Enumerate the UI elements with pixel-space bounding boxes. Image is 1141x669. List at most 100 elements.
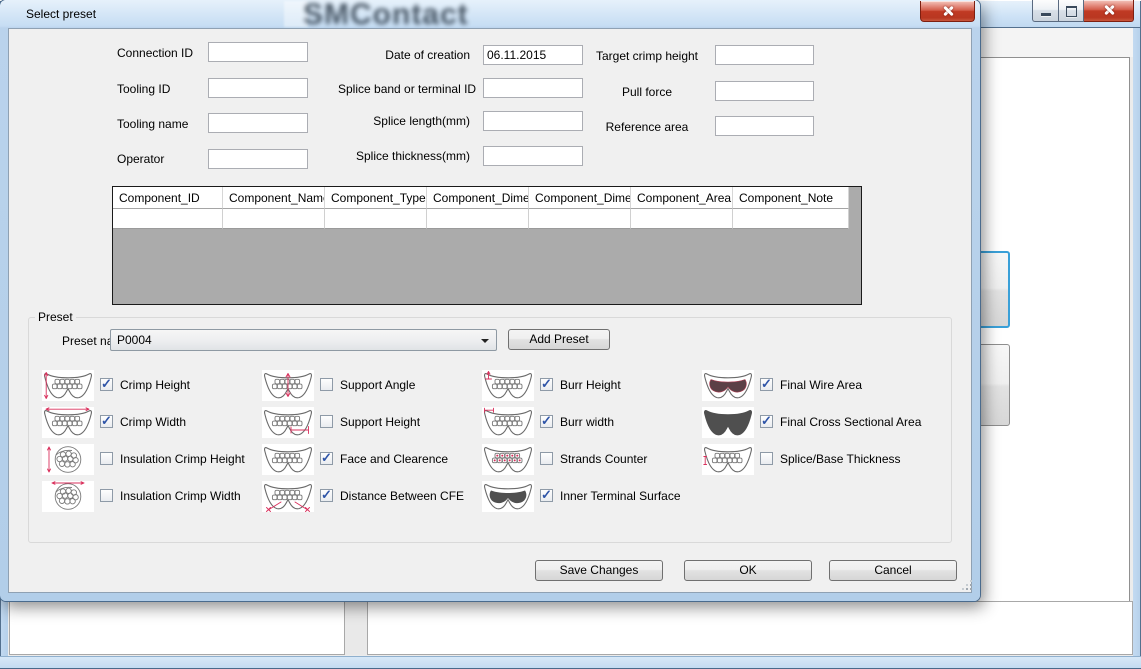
- insulation-crimp-width-checkbox[interactable]: [100, 489, 113, 502]
- screen: SMContact Select preset Connection ID To…: [0, 0, 1141, 669]
- main-window-caption-buttons: [1032, 0, 1134, 22]
- preset-option: Insulation Crimp Height: [42, 444, 272, 475]
- minimize-button[interactable]: [1032, 0, 1058, 22]
- final-cross-sectional-area-checkbox[interactable]: [760, 415, 773, 428]
- burr-height-checkbox[interactable]: [540, 378, 553, 391]
- main-close-button[interactable]: [1084, 0, 1134, 22]
- ok-button[interactable]: OK: [684, 560, 812, 581]
- tooling-id-field[interactable]: [208, 78, 308, 98]
- final-wire-area-icon: [702, 370, 754, 401]
- connection-id-label: Connection ID: [117, 46, 193, 60]
- close-icon: [942, 5, 954, 17]
- tooling-id-label: Tooling ID: [117, 82, 170, 96]
- table-cell[interactable]: [631, 209, 733, 229]
- final-wire-area-checkbox[interactable]: [760, 378, 773, 391]
- crimp-width-checkbox[interactable]: [100, 415, 113, 428]
- bottom-left-panel: [9, 601, 345, 655]
- table-cell[interactable]: [113, 209, 223, 229]
- column-header[interactable]: Component_Name: [223, 187, 325, 209]
- preset-selected-value: P0004: [117, 333, 152, 347]
- close-icon: [1103, 4, 1115, 16]
- strands-counter-checkbox[interactable]: [540, 452, 553, 465]
- distance-between-cfe-icon: [262, 481, 314, 512]
- connection-id-field[interactable]: [208, 42, 308, 62]
- minimize-icon: [1041, 13, 1051, 16]
- reference-area-label: Reference area: [577, 120, 717, 134]
- column-header[interactable]: Component_Area: [631, 187, 733, 209]
- add-preset-button[interactable]: Add Preset: [508, 329, 610, 350]
- crimp-height-icon: [42, 370, 94, 401]
- splice-band-field[interactable]: [483, 78, 583, 98]
- inner-terminal-surface-icon: [482, 481, 534, 512]
- checkbox-label: Face and Clearence: [340, 452, 448, 466]
- burr-height-icon: [482, 370, 534, 401]
- checkbox-label: Splice/Base Thickness: [780, 452, 901, 466]
- checkbox-label: Insulation Crimp Width: [120, 489, 241, 503]
- table-cell[interactable]: [733, 209, 849, 229]
- main-window-bottom-border: [0, 656, 1141, 669]
- strands-counter-icon: [482, 444, 534, 475]
- resize-grip[interactable]: [962, 580, 974, 592]
- splice-thickness-label: Splice thickness(mm): [338, 149, 470, 163]
- preset-option: Burr Height: [482, 370, 712, 401]
- table-cell[interactable]: [325, 209, 427, 229]
- chevron-down-icon: [481, 339, 489, 343]
- preset-option: Crimp Height: [42, 370, 272, 401]
- cancel-button[interactable]: Cancel: [829, 560, 957, 581]
- checkbox-label: Support Angle: [340, 378, 415, 392]
- table-row: [113, 209, 861, 229]
- checkbox-label: Inner Terminal Surface: [560, 489, 681, 503]
- date-of-creation-label: Date of creation: [338, 48, 470, 62]
- insulation-crimp-height-checkbox[interactable]: [100, 452, 113, 465]
- target-crimp-height-label: Target crimp height: [577, 49, 717, 63]
- reference-area-field[interactable]: [715, 116, 814, 136]
- maximize-button[interactable]: [1058, 0, 1084, 22]
- preset-option: Insulation Crimp Width: [42, 481, 272, 512]
- preset-name-dropdown[interactable]: P0004: [110, 329, 497, 351]
- table-cell[interactable]: [427, 209, 529, 229]
- operator-field[interactable]: [208, 149, 308, 169]
- splice-length-field[interactable]: [483, 111, 583, 131]
- preset-group-label: Preset: [35, 310, 76, 324]
- preset-option: Inner Terminal Surface: [482, 481, 712, 512]
- preset-option: Burr width: [482, 407, 712, 438]
- crimp-height-checkbox[interactable]: [100, 378, 113, 391]
- burr-width-checkbox[interactable]: [540, 415, 553, 428]
- column-header[interactable]: Component_Note: [733, 187, 849, 209]
- table-cell[interactable]: [529, 209, 631, 229]
- table-cell[interactable]: [223, 209, 325, 229]
- checkbox-label: Strands Counter: [560, 452, 647, 466]
- tooling-name-label: Tooling name: [117, 117, 188, 131]
- inner-terminal-surface-checkbox[interactable]: [540, 489, 553, 502]
- date-of-creation-field[interactable]: [483, 45, 583, 65]
- distance-between-cfe-checkbox[interactable]: [320, 489, 333, 502]
- select-preset-dialog: SMContact Select preset Connection ID To…: [0, 0, 980, 601]
- face-and-clearence-checkbox[interactable]: [320, 452, 333, 465]
- target-crimp-height-field[interactable]: [715, 45, 814, 65]
- save-changes-button[interactable]: Save Changes: [535, 560, 663, 581]
- checkbox-label: Final Wire Area: [780, 378, 862, 392]
- support-height-icon: [262, 407, 314, 438]
- maximize-icon: [1066, 6, 1077, 17]
- dialog-close-button[interactable]: [920, 1, 975, 22]
- support-height-checkbox[interactable]: [320, 415, 333, 428]
- bottom-right-panel: [367, 601, 1133, 655]
- support-angle-checkbox[interactable]: [320, 378, 333, 391]
- checkbox-label: Burr Height: [560, 378, 621, 392]
- preset-option: Final Cross Sectional Area: [702, 407, 932, 438]
- splice-base-thickness-checkbox[interactable]: [760, 452, 773, 465]
- tooling-name-field[interactable]: [208, 113, 308, 133]
- preset-option: Crimp Width: [42, 407, 272, 438]
- column-header[interactable]: Component_Type: [325, 187, 427, 209]
- crimp-width-icon: [42, 407, 94, 438]
- insulation-crimp-height-icon: [42, 444, 94, 475]
- column-header[interactable]: Component_Dimens: [529, 187, 631, 209]
- insulation-crimp-width-icon: [42, 481, 94, 512]
- column-header[interactable]: Component_Dimens: [427, 187, 529, 209]
- splice-thickness-field[interactable]: [483, 146, 583, 166]
- preset-option: Face and Clearence: [262, 444, 492, 475]
- checkbox-label: Burr width: [560, 415, 614, 429]
- pull-force-field[interactable]: [715, 81, 814, 101]
- final-cross-sectional-area-icon: [702, 407, 754, 438]
- column-header[interactable]: Component_ID: [113, 187, 223, 209]
